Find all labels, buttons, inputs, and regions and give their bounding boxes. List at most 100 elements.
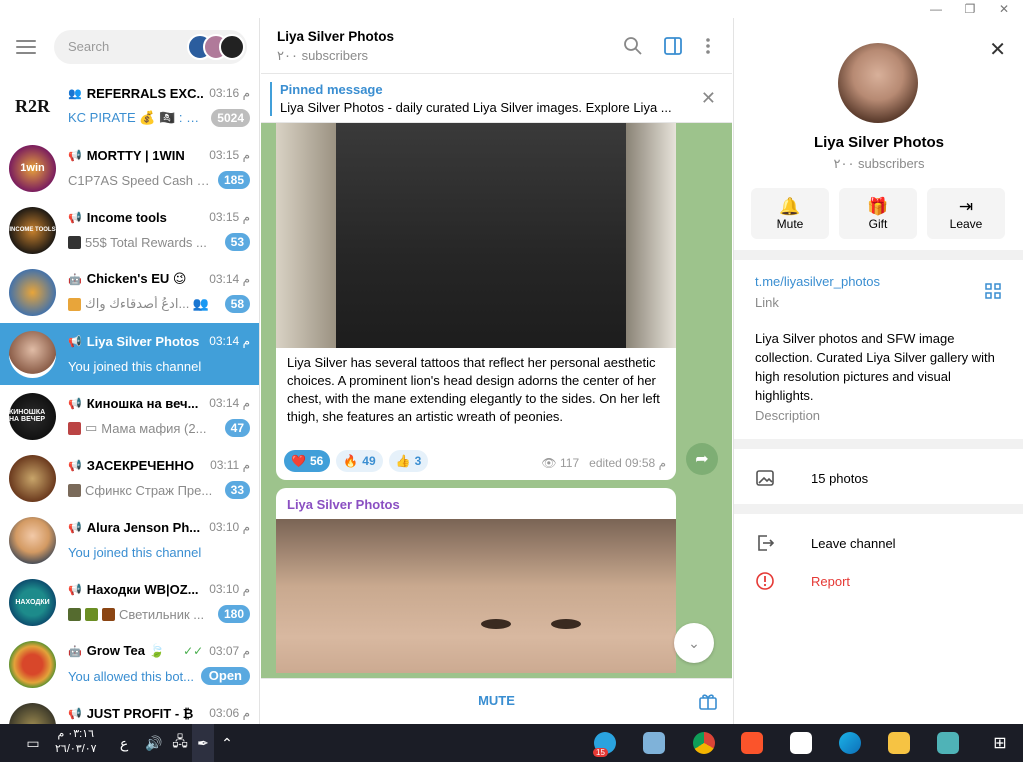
channel-icon: 📢 bbox=[68, 583, 82, 596]
search-input[interactable]: Search bbox=[54, 29, 247, 64]
avatar: R2R bbox=[9, 82, 56, 130]
chat-title: Киношка на веч... bbox=[86, 395, 199, 411]
chat-preview: You joined this channel bbox=[68, 358, 202, 374]
reaction-fire[interactable]: 🔥 49 bbox=[336, 450, 383, 472]
chat-item[interactable]: КИНОШКА НА ВЕЧЕР 📢 Киношка на веч... 03:14… bbox=[0, 385, 259, 447]
chat-time: 03:11 م bbox=[210, 458, 250, 472]
leave-action-button[interactable]: ⇥ Leave bbox=[927, 188, 1005, 239]
channel-avatar[interactable] bbox=[838, 43, 918, 123]
close-icon[interactable]: ✕ bbox=[701, 88, 716, 109]
fire-icon: 🔥 bbox=[343, 454, 359, 468]
chat-preview: You joined this channel bbox=[68, 544, 202, 560]
channel-link[interactable]: t.me/liyasilver_photos bbox=[755, 274, 880, 289]
bell-icon: 🔔 bbox=[779, 197, 801, 216]
link-label: Link bbox=[755, 295, 779, 310]
avatar: INCOME TOOLS bbox=[9, 206, 56, 254]
chat-item[interactable]: 📢 ЗАСЕКРЕЧЕННО 03:11 م Сфинкс Страж Пре...… bbox=[0, 447, 259, 509]
unread-badge: 53 bbox=[224, 233, 250, 251]
close-window-icon[interactable]: ✕ bbox=[987, 0, 1021, 18]
chat-item[interactable]: INCOME TOOLS 📢 Income tools 03:15 م 55$ To… bbox=[0, 199, 259, 261]
reaction-heart[interactable]: ❤️ 56 bbox=[284, 450, 331, 472]
message-bubble[interactable]: Liya Silver Photos bbox=[276, 488, 676, 673]
chat-preview: Сфинкс Страж Пре... bbox=[85, 482, 213, 498]
chat-time: 03:07 م bbox=[209, 644, 250, 658]
leave-label: Leave bbox=[949, 217, 983, 231]
message-photo[interactable] bbox=[276, 519, 676, 673]
chat-item[interactable]: 🤖 Chicken's EU 😉 03:14 م ادعُ أصدقاءك واك.… bbox=[0, 261, 259, 323]
channel-icon: 📢 bbox=[68, 707, 82, 720]
chat-item[interactable]: 📢 Alura Jenson Ph... 03:10 م You joined th… bbox=[0, 509, 259, 571]
windows-start-icon[interactable]: ⊞ bbox=[988, 724, 1012, 762]
chat-preview: Мама мафия (2... bbox=[101, 420, 207, 436]
stories-avatars[interactable] bbox=[187, 32, 245, 62]
chat-item[interactable]: 1win 📢 MORTTY | 1WIN 03:15 م C1P7AS Speed … bbox=[0, 137, 259, 199]
leave-channel-row[interactable]: Leave channel bbox=[755, 533, 896, 553]
chat-title: Alura Jenson Ph... bbox=[86, 519, 201, 535]
search-placeholder: Search bbox=[68, 39, 110, 54]
share-button[interactable]: ➦ bbox=[686, 443, 718, 475]
notification-icon[interactable]: ▭ bbox=[20, 724, 46, 762]
sidebar-toggle-icon[interactable] bbox=[663, 36, 683, 56]
hamburger-menu-icon[interactable] bbox=[16, 39, 36, 54]
unread-badge: 58 bbox=[224, 295, 250, 313]
chat-item[interactable]: 🤖 Grow Tea 🍃 ✓✓ 03:07 م You allowed this bo… bbox=[0, 633, 259, 695]
avatar bbox=[9, 268, 56, 316]
gift-icon[interactable] bbox=[698, 691, 718, 711]
edge-app-icon[interactable] bbox=[839, 732, 861, 754]
volume-icon[interactable]: 🔊 bbox=[142, 724, 166, 762]
edited-time: edited 09:58 م bbox=[589, 456, 666, 470]
leave-icon bbox=[758, 535, 775, 551]
channel-icon: 📢 bbox=[68, 211, 82, 224]
story-avatar[interactable] bbox=[219, 33, 245, 60]
mute-action-button[interactable]: 🔔 Mute bbox=[751, 188, 829, 239]
language-indicator[interactable]: ع bbox=[114, 724, 134, 762]
chevron-up-icon[interactable]: ⌃ bbox=[216, 724, 238, 762]
mute-label: Mute bbox=[776, 217, 804, 231]
mute-button[interactable]: MUTE bbox=[261, 693, 732, 708]
message-bubble[interactable]: Liya Silver has several tattoos that ref… bbox=[276, 123, 676, 480]
chat-item[interactable]: НАХОДКИ 📢 Находки WB|OZ... 03:10 م Светиль… bbox=[0, 571, 259, 633]
chat-item[interactable]: R2R 👥 REFERRALS EXC... 03:16 م KC PIRATE 💰… bbox=[0, 75, 259, 137]
channel-name: Liya Silver Photos bbox=[813, 134, 945, 151]
report-row[interactable]: Report bbox=[755, 571, 850, 591]
chat-time: 03:06 م bbox=[209, 706, 250, 720]
open-button[interactable]: Open bbox=[200, 667, 250, 685]
qr-code-icon[interactable] bbox=[985, 283, 1001, 299]
photo-icon bbox=[756, 470, 774, 486]
store-app-icon[interactable] bbox=[790, 732, 812, 754]
minimize-icon[interactable]: — bbox=[919, 0, 953, 18]
chrome-app-icon[interactable] bbox=[693, 732, 715, 754]
preview-thumbnail bbox=[68, 607, 81, 621]
search-icon[interactable] bbox=[623, 36, 643, 56]
pinned-message-bar[interactable]: Pinned message Liya Silver Photos - dail… bbox=[261, 74, 732, 123]
taskbar-clock[interactable]: ٠٣:١٦ م ٢٦/٠٣/٠٧ bbox=[55, 727, 97, 757]
description-label: Description bbox=[755, 408, 821, 423]
preview-thumbnail bbox=[102, 607, 115, 621]
restore-icon[interactable]: ❐ bbox=[953, 0, 987, 18]
clock-date: ٢٦/٠٣/٠٧ bbox=[55, 743, 97, 755]
chat-title: Grow Tea 🍃 bbox=[86, 643, 165, 658]
reaction-count: 56 bbox=[309, 454, 324, 468]
scroll-down-button[interactable]: ⌄ bbox=[674, 623, 714, 663]
preview-thumbnail bbox=[68, 297, 81, 311]
chat-item-active[interactable]: 📢 Liya Silver Photos 03:14 م You joined th… bbox=[0, 323, 259, 385]
network-icon[interactable]: 🖧 bbox=[168, 724, 192, 762]
chat-header[interactable]: Liya Silver Photos ٢٠٠ subscribers bbox=[261, 18, 732, 74]
chat-time: 03:10 م bbox=[209, 582, 250, 596]
channel-icon: 📢 bbox=[68, 149, 82, 162]
message-sender: Liya Silver Photos bbox=[287, 497, 400, 512]
file-explorer-icon[interactable] bbox=[888, 732, 910, 754]
message-feed[interactable]: Liya Silver has several tattoos that ref… bbox=[261, 123, 732, 673]
game-app-icon[interactable] bbox=[937, 732, 959, 754]
photos-row[interactable]: 15 photos bbox=[755, 468, 868, 488]
reaction-thumbsup[interactable]: 👍 3 bbox=[388, 450, 429, 472]
chat-item[interactable]: 📢 JUST PROFIT - ₿ 03:06 م bbox=[0, 695, 259, 724]
more-options-icon[interactable] bbox=[698, 36, 718, 56]
pen-icon[interactable]: ✒ bbox=[192, 724, 214, 762]
brave-app-icon[interactable] bbox=[741, 732, 763, 754]
notes-app-icon[interactable] bbox=[643, 732, 665, 754]
message-photo[interactable] bbox=[276, 123, 676, 348]
close-icon[interactable]: ✕ bbox=[989, 37, 1006, 62]
gift-action-button[interactable]: 🎁 Gift bbox=[839, 188, 917, 239]
avatar: 1win bbox=[9, 144, 56, 192]
